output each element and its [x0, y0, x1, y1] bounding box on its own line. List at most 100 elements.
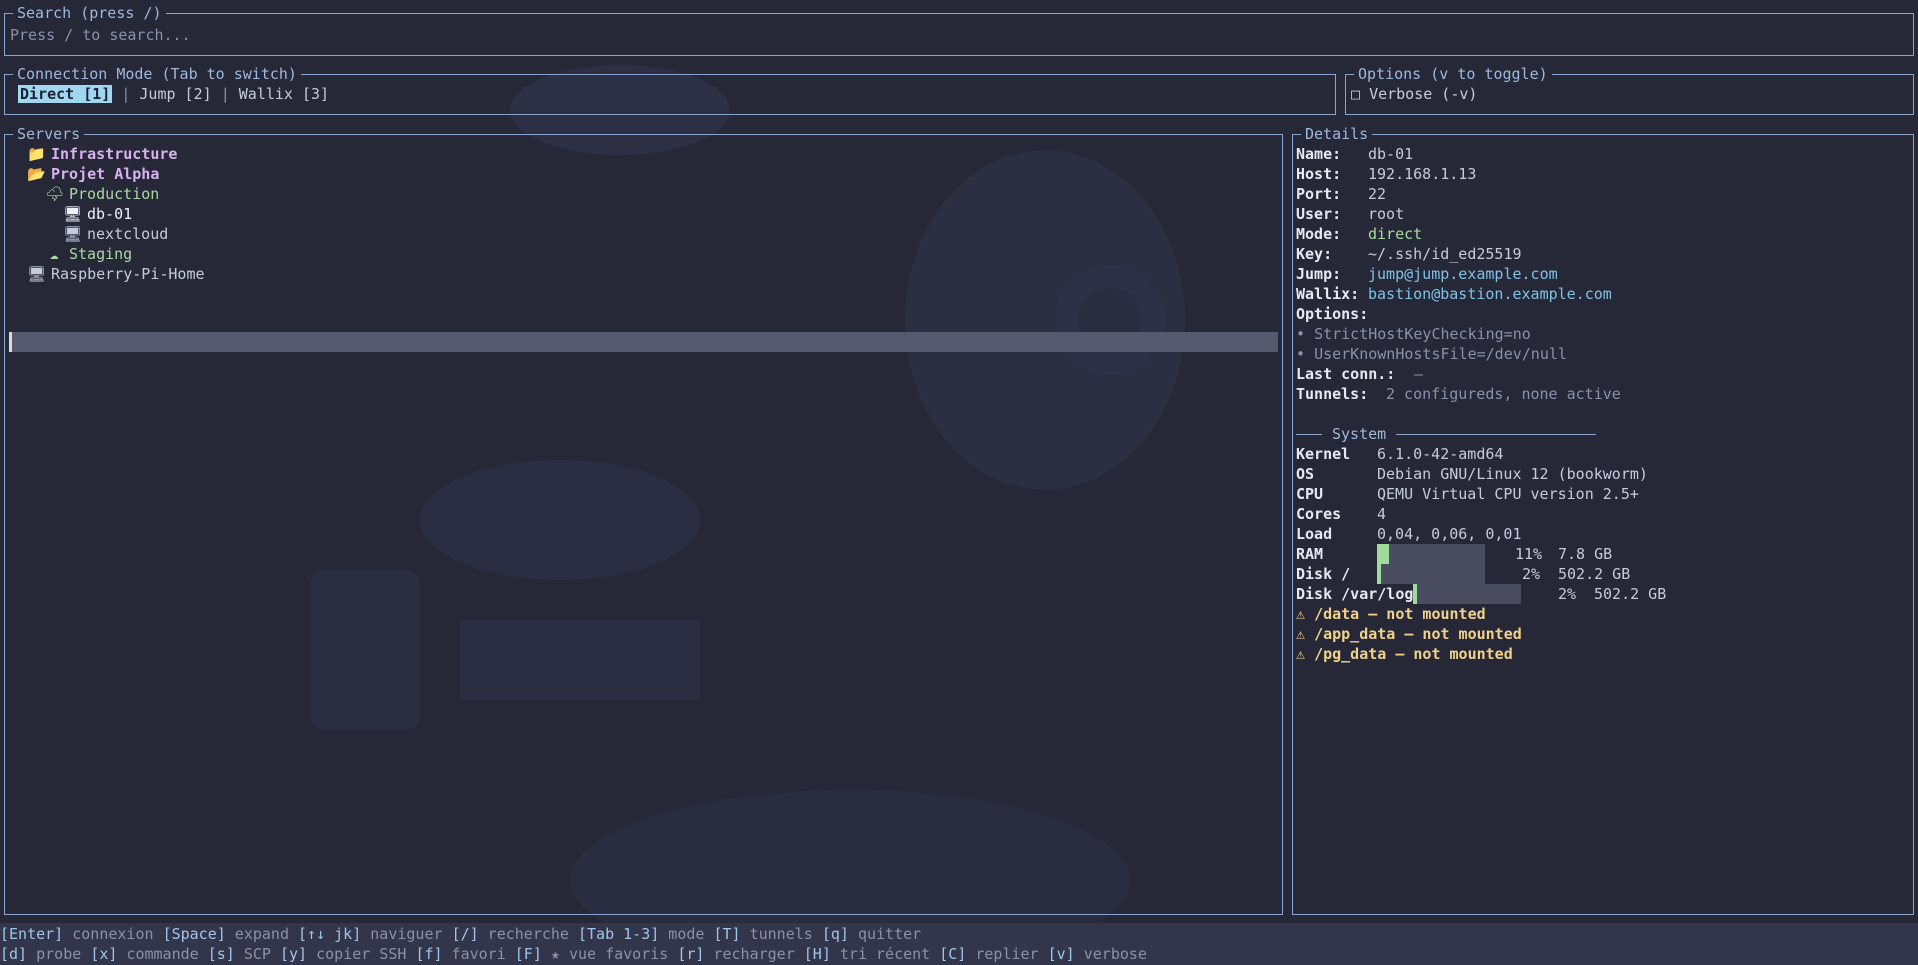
ram-usage-bar — [1377, 544, 1485, 564]
shortcut-key: [v] — [1047, 945, 1075, 963]
shortcut-action: ★ vue favoris — [541, 945, 678, 963]
tree-item-raspberry-pi-home[interactable]: 🖥 Raspberry-Pi-Home — [27, 264, 205, 284]
storm-cloud-icon: 🌩 — [45, 185, 65, 203]
mode-separator: | — [121, 85, 131, 103]
bullet-icon: • — [1296, 345, 1306, 363]
shortcut-key: [q] — [821, 925, 849, 943]
cloud-icon: ☁ — [49, 245, 59, 263]
server-icon: 🖥 — [63, 225, 83, 243]
usage-size: 502.2 GB — [1558, 565, 1631, 583]
system-value: 0,04, 0,06, 0,01 — [1377, 525, 1522, 543]
tree-item-label: db-01 — [87, 205, 133, 223]
detail-value: direct — [1368, 225, 1423, 243]
usage-size: 502.2 GB — [1594, 585, 1667, 603]
connection-mode-panel: Connection Mode (Tab to switch) Direct [… — [4, 64, 1336, 115]
tree-item-projet-alpha[interactable]: 📂 Projet Alpha — [27, 164, 159, 184]
detail-key: Port: — [1296, 185, 1342, 203]
selected-row-highlight — [9, 332, 1278, 352]
shortcut-key: [y] — [279, 945, 308, 963]
mode-wallix-tab[interactable]: Wallix [3] — [239, 85, 329, 103]
detail-value: jump@jump.example.com — [1368, 265, 1558, 283]
detail-key: Options: — [1296, 305, 1369, 323]
detail-key: Name: — [1296, 145, 1342, 163]
tree-item-staging[interactable]: ☁ Staging — [45, 244, 132, 264]
usage-size: 7.8 GB — [1558, 545, 1613, 563]
search-input[interactable]: Press / to search... — [10, 25, 191, 45]
options-panel-title: Options (v to toggle) — [1354, 64, 1552, 84]
system-key: Load — [1296, 525, 1333, 543]
shortcut-action: SCP — [234, 945, 280, 963]
tree-item-label: Production — [69, 185, 160, 203]
shortcut-action: recharger — [704, 945, 804, 963]
shortcut-key: [H] — [803, 945, 831, 963]
servers-panel-title: Servers — [13, 124, 85, 144]
shortcut-key: [f] — [415, 945, 443, 963]
usage-percent: 2% — [1522, 565, 1541, 583]
mode-direct-tab[interactable]: Direct [1] — [18, 85, 113, 103]
shortcut-key: [F] — [514, 945, 542, 963]
shortcut-action: connexion — [63, 925, 163, 943]
tree-item-db-01[interactable]: 🖥 db-01 — [63, 204, 132, 224]
shortcut-key: [T] — [713, 925, 741, 943]
tree-item-label: nextcloud — [87, 225, 169, 243]
warning-icon: ⚠ — [1296, 645, 1306, 663]
folder-open-icon: 📂 — [27, 165, 46, 183]
system-value: Debian GNU/Linux 12 (bookworm) — [1377, 465, 1648, 483]
shortcut-key: [/] — [451, 925, 479, 943]
usage-percent: 11% — [1515, 545, 1543, 563]
shortcut-key: [C] — [939, 945, 967, 963]
system-key: Cores — [1296, 505, 1342, 523]
tree-item-label: Projet Alpha — [51, 165, 160, 183]
shortcut-action: replier — [966, 945, 1048, 963]
detail-key: User: — [1296, 205, 1342, 223]
mode-jump-tab[interactable]: Jump [2] — [139, 85, 211, 103]
tree-item-nextcloud[interactable]: 🖥 nextcloud — [63, 224, 168, 244]
checkbox-icon: □ — [1351, 85, 1361, 103]
footer-keys-line-2: [d] probe [x] commande [s] SCP [y] copie… — [0, 944, 1147, 964]
detail-key: Wallix: — [1296, 285, 1360, 303]
bullet-icon: • — [1296, 325, 1306, 343]
system-section-title: System — [1332, 425, 1387, 443]
ssh-option: StrictHostKeyChecking=no — [1314, 325, 1531, 343]
shortcut-key: [Tab 1-3] — [578, 925, 660, 943]
usage-fill — [1413, 584, 1417, 604]
usage-percent: 2% — [1558, 585, 1577, 603]
system-key: Disk / — [1296, 565, 1351, 583]
verbose-toggle[interactable]: □ Verbose (-v) — [1351, 84, 1477, 104]
connection-mode-title: Connection Mode (Tab to switch) — [13, 64, 301, 84]
system-key: RAM — [1296, 545, 1324, 563]
search-panel[interactable]: Search (press /) Press / to search... — [4, 3, 1914, 56]
folder-icon: 📁 — [27, 145, 46, 163]
servers-panel: Servers 📁 Infrastructure 📂 Projet Alpha 🌩 P… — [4, 124, 1283, 915]
usage-fill — [1377, 564, 1381, 584]
system-key: CPU — [1296, 485, 1324, 503]
shortcut-key: [s] — [207, 945, 235, 963]
detail-value: bastion@bastion.example.com — [1368, 285, 1612, 303]
tree-item-production[interactable]: 🌩 Production — [45, 184, 159, 204]
detail-value: ~/.ssh/id_ed25519 — [1368, 245, 1522, 263]
footer-keys-line-1: [Enter] connexion [Space] expand [↑↓ jk]… — [0, 924, 921, 944]
disk-root-usage-bar — [1377, 564, 1485, 584]
system-key: OS — [1296, 465, 1315, 483]
disk-varlog-usage-bar — [1413, 584, 1521, 604]
shortcut-key: [x] — [90, 945, 118, 963]
details-panel: Details Name: db-01 Host: 192.168.1.13 Por… — [1292, 124, 1914, 915]
shortcut-action: quitter — [848, 925, 922, 943]
detail-value: db-01 — [1368, 145, 1414, 163]
mode-separator: | — [220, 85, 230, 103]
shortcut-action: expand — [225, 925, 299, 943]
warning-icon: ⚠ — [1296, 625, 1306, 643]
shortcut-key: [r] — [677, 945, 705, 963]
shortcut-action: tri récent — [830, 945, 940, 963]
mount-warning: /data — not mounted — [1314, 605, 1486, 623]
options-panel: Options (v to toggle) □ Verbose (-v) — [1345, 64, 1914, 115]
shortcut-action: copier SSH — [307, 945, 416, 963]
detail-key: Host: — [1296, 165, 1342, 183]
detail-key: Tunnels: — [1296, 385, 1369, 403]
shortcut-key: [Enter] — [0, 925, 64, 943]
tree-item-infrastructure[interactable]: 📁 Infrastructure — [27, 144, 177, 164]
usage-fill — [1377, 544, 1389, 564]
detail-value: 192.168.1.13 — [1368, 165, 1477, 183]
system-value: QEMU Virtual CPU version 2.5+ — [1377, 485, 1639, 503]
warning-icon: ⚠ — [1296, 605, 1306, 623]
